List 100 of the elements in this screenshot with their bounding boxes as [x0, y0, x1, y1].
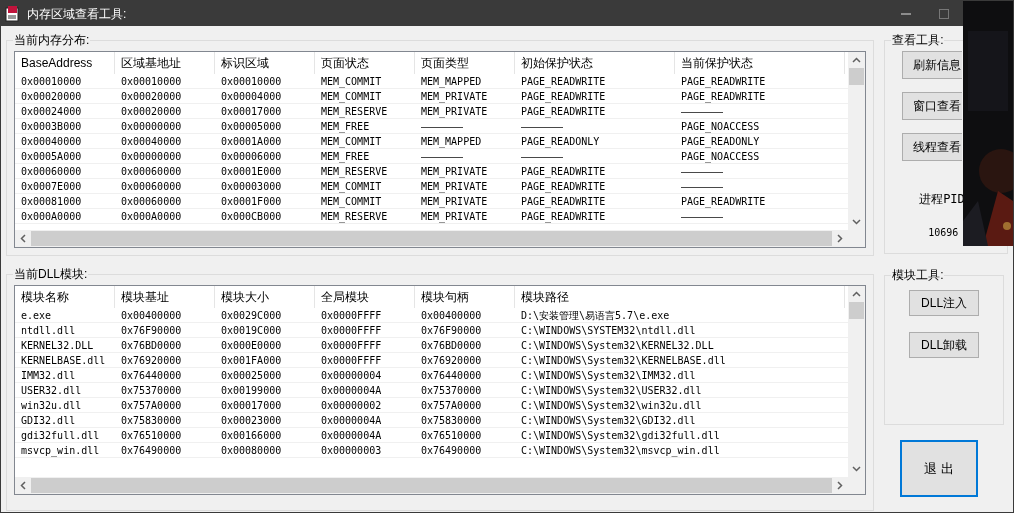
- group-title: 模块工具:: [891, 267, 945, 283]
- table-cell-text: ———————: [680, 179, 725, 194]
- group-title: 查看工具:: [891, 32, 945, 48]
- table-cell-text: C:\WINDOWS\System32\IMM32.dll: [520, 368, 697, 383]
- table-cell-text: C:\WINDOWS\System32\GDI32.dll: [520, 413, 697, 428]
- group-title: 当前DLL模块:: [13, 266, 89, 282]
- tool-button[interactable]: 刷新信息: [902, 51, 963, 79]
- table-cell-text: MEM_COMMIT: [320, 74, 383, 89]
- scroll-thumb[interactable]: [31, 478, 833, 493]
- horizontal-scrollbar[interactable]: [15, 477, 866, 494]
- scroll-up-icon[interactable]: [852, 291, 862, 297]
- table-cell-text: 0x76440000: [420, 368, 483, 383]
- column-header[interactable]: BaseAddress: [15, 52, 115, 74]
- table-cell-text: 0x76BD0000: [120, 338, 183, 353]
- column-header[interactable]: 当前保护状态: [675, 52, 845, 74]
- scroll-thumb[interactable]: [31, 231, 833, 246]
- module-button[interactable]: DLL卸载: [909, 332, 980, 358]
- horizontal-scrollbar[interactable]: [15, 230, 866, 247]
- table-cell-text: PAGE_READONLY: [680, 134, 761, 149]
- table-cell-text: 0x00003000: [220, 179, 283, 194]
- table-cell-text: 0x0019C000: [220, 323, 283, 338]
- table-cell-text: 0x000A0000: [120, 209, 183, 224]
- table-cell-text: 0x76920000: [120, 353, 183, 368]
- table-cell-text: 0x757A0000: [420, 398, 483, 413]
- table-cell-text: PAGE_NOACCESS: [680, 119, 761, 134]
- table-cell-text: 0x76920000: [420, 353, 483, 368]
- window-title: 内存区域查看工具:: [27, 5, 127, 23]
- table-cell-text: MEM_PRIVATE: [420, 209, 489, 224]
- column-header[interactable]: 模块句柄: [415, 286, 515, 308]
- column-header[interactable]: 模块名称: [15, 286, 115, 308]
- table-cell-text: PAGE_READWRITE: [520, 209, 607, 224]
- table-cell-text: C:\WINDOWS\System32\KERNELBASE.dll: [520, 353, 727, 368]
- column-header[interactable]: 模块大小: [215, 286, 315, 308]
- table-cell-text: D:\安装管理\易语言5.7\e.exe: [520, 308, 671, 323]
- vertical-scrollbar[interactable]: [848, 52, 866, 230]
- table-cell-text: 0x75370000: [420, 383, 483, 398]
- exit-button[interactable]: 退 出: [900, 440, 979, 497]
- table-cell-text: ntdll.dll: [20, 323, 77, 338]
- tool-button[interactable]: 线程查看: [902, 133, 963, 161]
- scroll-right-icon[interactable]: [837, 234, 844, 243]
- table-cell-text: PAGE_READWRITE: [520, 104, 607, 119]
- scroll-thumb[interactable]: [849, 68, 865, 85]
- module-button[interactable]: DLL注入: [909, 290, 980, 316]
- table-cell-text: PAGE_READWRITE: [520, 164, 607, 179]
- table-cell-text: IMM32.dll: [20, 368, 77, 383]
- table-cell-text: MEM_COMMIT: [320, 89, 383, 104]
- table-cell-text: 0x00000003: [320, 443, 383, 458]
- column-header[interactable]: 页面类型: [415, 52, 515, 74]
- column-header[interactable]: 页面状态: [315, 52, 415, 74]
- table-cell-text: 0x00024000: [20, 104, 83, 119]
- table-cell-text: MEM_PRIVATE: [420, 89, 489, 104]
- column-header[interactable]: 模块基址: [115, 286, 215, 308]
- column-header[interactable]: 模块路径: [515, 286, 845, 308]
- table-cell-text: MEM_COMMIT: [320, 134, 383, 149]
- table-cell-text: 0x00006000: [220, 149, 283, 164]
- table-cell-text: PAGE_READWRITE: [680, 194, 767, 209]
- scroll-right-icon[interactable]: [837, 481, 844, 490]
- column-header[interactable]: 全局模块: [315, 286, 415, 308]
- scroll-down-icon[interactable]: [852, 466, 862, 472]
- table-cell-text: MEM_RESERVE: [320, 104, 389, 119]
- table-cell-text: MEM_PRIVATE: [420, 164, 489, 179]
- table-cell-text: 0x00004000: [220, 89, 283, 104]
- table-cell-text: C:\WINDOWS\System32\gdi32full.dll: [520, 428, 721, 443]
- table-cell-text: C:\WINDOWS\System32\win32u.dll: [520, 398, 703, 413]
- table-cell-text: 0x0000004A: [320, 428, 383, 443]
- table-cell-text: MEM_RESERVE: [320, 164, 389, 179]
- group-title: 当前内存分布:: [13, 32, 91, 48]
- table-cell-text: PAGE_READWRITE: [520, 179, 607, 194]
- table-cell-text: 0x00000000: [120, 119, 183, 134]
- table-cell-text: 0x00081000: [20, 194, 83, 209]
- table-cell-text: MEM_FREE: [320, 149, 371, 164]
- table-cell-text: 0x0001A000: [220, 134, 283, 149]
- table-cell-text: PAGE_READWRITE: [520, 89, 607, 104]
- scroll-down-icon[interactable]: [852, 219, 862, 225]
- table-cell-text: 0x00000000: [120, 149, 183, 164]
- scroll-left-icon[interactable]: [20, 481, 26, 490]
- table-cell-text: 0x76490000: [120, 443, 183, 458]
- table-cell-text: KERNEL32.DLL: [20, 338, 95, 353]
- table-cell-text: 0x0003B000: [20, 119, 83, 134]
- table-cell-text: 0x75830000: [420, 413, 483, 428]
- table-cell-text: ———————: [680, 104, 725, 119]
- maximize-icon[interactable]: [939, 8, 949, 19]
- table-cell-text: 0x0001F000: [220, 194, 283, 209]
- table-cell-text: 0x76BD0000: [420, 338, 483, 353]
- table-cell-text: 0x76510000: [120, 428, 183, 443]
- tool-button[interactable]: 窗口查看: [902, 92, 963, 120]
- table-cell-text: 0x00080000: [220, 443, 283, 458]
- column-header[interactable]: 标识区域: [215, 52, 315, 74]
- table-cell-text: 0x00060000: [120, 194, 183, 209]
- table-cell-text: 0x00023000: [220, 413, 283, 428]
- table-cell-text: win32u.dll: [20, 398, 83, 413]
- vertical-scrollbar[interactable]: [848, 286, 866, 477]
- scroll-thumb[interactable]: [849, 302, 865, 319]
- scroll-left-icon[interactable]: [20, 234, 26, 243]
- column-header[interactable]: 初始保护状态: [515, 52, 675, 74]
- table-cell-text: MEM_PRIVATE: [420, 194, 489, 209]
- scroll-up-icon[interactable]: [852, 57, 862, 63]
- table-cell-text: 0x0000FFFF: [320, 353, 383, 368]
- column-header[interactable]: 区域基地址: [115, 52, 215, 74]
- pid-value: 10696: [928, 226, 959, 240]
